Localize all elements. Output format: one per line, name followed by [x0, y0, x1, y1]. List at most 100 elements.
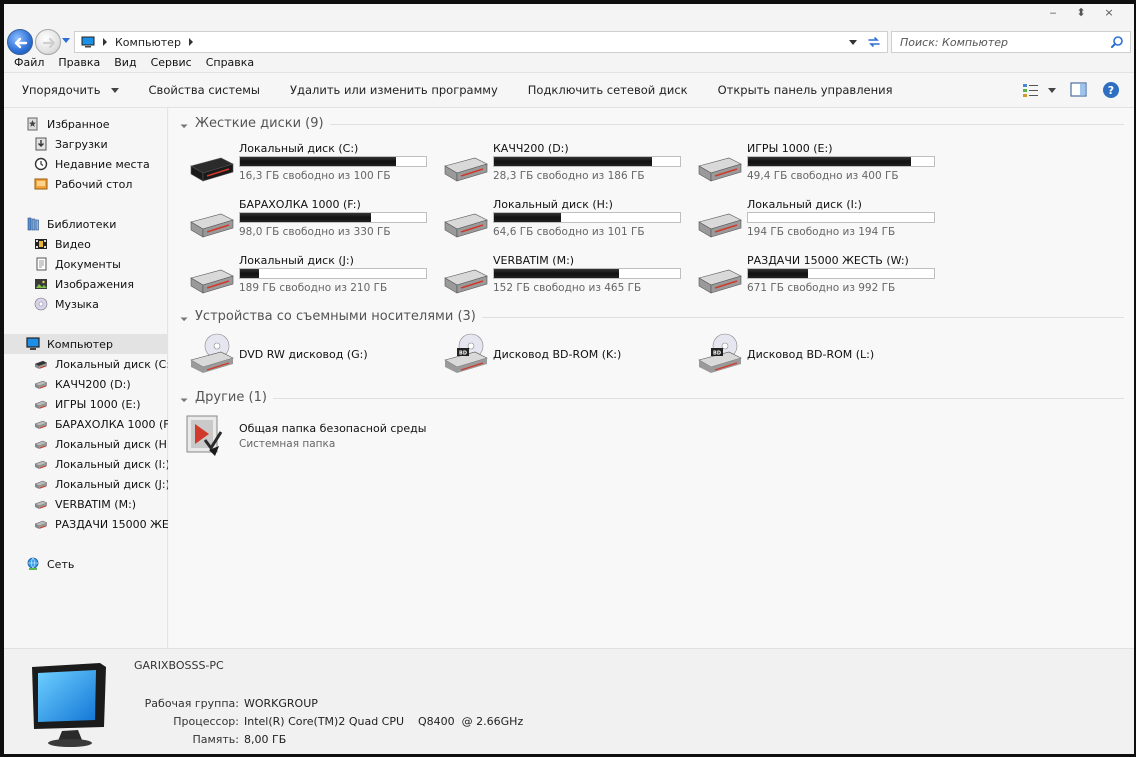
breadcrumb-computer[interactable]: Компьютер — [115, 36, 181, 49]
detail-row-processor: Процессор: Intel(R) Core(TM)2 Quad CPU Q… — [4, 715, 604, 728]
collapse-arrow-icon[interactable] — [178, 118, 188, 129]
sandbox-shared-folder[interactable]: Общая папка безопасной среды Системная п… — [183, 410, 583, 460]
sidebar-item-drive[interactable]: БАРАХОЛКА 1000 (F:) — [4, 414, 168, 434]
sidebar-item-label: Рабочий стол — [55, 177, 133, 191]
drive-usage-bar — [239, 212, 427, 223]
view-options-chevron-icon[interactable] — [1048, 87, 1056, 93]
sidebar-favorites[interactable]: Избранное — [4, 114, 168, 134]
drive-item[interactable]: ИГРЫ 1000 (E:) 49,4 ГБ свободно из 400 ГБ — [695, 142, 945, 194]
breadcrumb-separator-icon[interactable] — [188, 38, 193, 46]
sidebar-item-desktop[interactable]: Рабочий стол — [4, 174, 168, 194]
menu-file[interactable]: Файл — [14, 54, 44, 72]
uninstall-program-button[interactable]: Удалить или изменить программу — [290, 83, 498, 97]
drive-name: ИГРЫ 1000 (E:) — [747, 142, 833, 155]
drive-free-space: 64,6 ГБ свободно из 101 ГБ — [493, 226, 645, 238]
sidebar-item-recent-places[interactable]: Недавние места — [4, 154, 168, 174]
sandbox-folder-icon — [186, 415, 223, 456]
sidebar-item-drive[interactable]: Локальный диск (H:) — [4, 434, 168, 454]
search-icon[interactable] — [1110, 35, 1124, 49]
system-properties-button[interactable]: Свойства системы — [149, 83, 260, 97]
sidebar-item-label: ИГРЫ 1000 (E:) — [55, 397, 141, 411]
group-header-hard-drives[interactable]: Жесткие диски (9) — [178, 116, 1124, 131]
sidebar-item-drive[interactable]: КАЧЧ200 (D:) — [4, 374, 168, 394]
drive-item[interactable]: РАЗДАЧИ 15000 ЖЕСТЬ (W:) 671 ГБ свободно … — [695, 254, 945, 306]
drive-usage-fill — [494, 157, 652, 166]
sidebar-item-documents[interactable]: Документы — [4, 254, 168, 274]
removable-drive-item[interactable]: BD Дисковод BD-ROM (L:) — [695, 332, 945, 376]
group-title: Другие (1) — [195, 390, 267, 405]
sidebar-item-downloads[interactable]: Загрузки — [4, 134, 168, 154]
group-header-other[interactable]: Другие (1) — [178, 390, 1124, 405]
detail-key: Память: — [192, 733, 239, 746]
recent-pages-dropdown[interactable] — [62, 38, 70, 43]
network-group: Сеть — [4, 554, 168, 574]
sidebar-item-music[interactable]: Музыка — [4, 294, 168, 314]
drive-item[interactable]: Локальный диск (J:) 189 ГБ свободно из 21… — [187, 254, 437, 306]
drive-usage-fill — [748, 269, 809, 278]
sidebar-item-drive[interactable]: VERBATIM (M:) — [4, 494, 168, 514]
sidebar-item-drive[interactable]: Локальный диск (C:) — [4, 354, 168, 374]
sidebar-item-videos[interactable]: Видео — [4, 234, 168, 254]
pictures-icon — [35, 279, 47, 289]
organize-button[interactable]: Упорядочить — [22, 83, 119, 97]
search-input[interactable] — [892, 32, 1102, 52]
computer-name: GARIXBOSSS-PC — [134, 659, 224, 672]
hard-drive-icon — [444, 269, 488, 294]
sidebar-item-drive[interactable]: Локальный диск (J:) — [4, 474, 168, 494]
menu-view[interactable]: Вид — [114, 54, 136, 72]
sidebar-item-drive[interactable]: Локальный диск (I:) — [4, 454, 168, 474]
group-title: Жесткие диски (9) — [195, 116, 324, 131]
menu-edit[interactable]: Правка — [58, 54, 100, 72]
maximize-button[interactable]: ⬍ — [1074, 4, 1088, 22]
drive-usage-bar — [747, 156, 935, 167]
address-bar[interactable]: Компьютер — [74, 31, 888, 53]
refresh-icon[interactable] — [867, 35, 881, 49]
minimize-button[interactable]: ‒ — [1046, 4, 1060, 22]
drive-usage-fill — [240, 157, 396, 166]
drive-name: Локальный диск (I:) — [747, 198, 862, 211]
menu-tools[interactable]: Сервис — [151, 54, 192, 72]
close-button[interactable]: × — [1102, 4, 1116, 22]
drive-item[interactable]: VERBATIM (M:) 152 ГБ свободно из 465 ГБ — [441, 254, 691, 306]
removable-drive-item[interactable]: DVD RW дисковод (G:) — [187, 332, 437, 376]
drive-usage-bar — [493, 268, 681, 279]
drive-free-space: 152 ГБ свободно из 465 ГБ — [493, 282, 642, 294]
menu-help[interactable]: Справка — [206, 54, 254, 72]
search-box[interactable] — [891, 31, 1131, 53]
help-icon[interactable]: ? — [1102, 81, 1120, 99]
item-type: Системная папка — [239, 438, 336, 450]
breadcrumb-separator-icon[interactable] — [103, 38, 107, 46]
hard-drive-icon — [34, 520, 48, 529]
drive-name: КАЧЧ200 (D:) — [493, 142, 569, 155]
open-control-panel-button[interactable]: Открыть панель управления — [718, 83, 893, 97]
preview-pane-icon[interactable] — [1070, 82, 1088, 98]
map-network-drive-button[interactable]: Подключить сетевой диск — [528, 83, 688, 97]
drive-item[interactable]: Локальный диск (I:) 194 ГБ свободно из 19… — [695, 198, 945, 250]
sidebar-item-drive[interactable]: РАЗДАЧИ 15000 ЖЕСТЬ (W:) — [4, 514, 168, 534]
back-button[interactable] — [7, 29, 33, 55]
documents-icon — [36, 257, 47, 271]
detail-row-memory: Память: 8,00 ГБ — [4, 733, 604, 746]
drive-free-space: 671 ГБ свободно из 992 ГБ — [747, 282, 896, 294]
sidebar-network[interactable]: Сеть — [4, 554, 168, 574]
sidebar-network-label: Сеть — [47, 557, 75, 571]
sidebar-item-pictures[interactable]: Изображения — [4, 274, 168, 294]
sidebar-computer[interactable]: Компьютер — [4, 334, 168, 354]
address-dropdown-icon[interactable] — [849, 40, 857, 45]
forward-button[interactable] — [35, 29, 61, 55]
sidebar-item-drive[interactable]: ИГРЫ 1000 (E:) — [4, 394, 168, 414]
sidebar-libraries[interactable]: Библиотеки — [4, 214, 168, 234]
drive-item[interactable]: КАЧЧ200 (D:) 28,3 ГБ свободно из 186 ГБ — [441, 142, 691, 194]
change-view-icon[interactable] — [1022, 82, 1040, 98]
collapse-arrow-icon[interactable] — [178, 311, 188, 322]
drive-item[interactable]: Локальный диск (H:) 64,6 ГБ свободно из 1… — [441, 198, 691, 250]
drive-item[interactable]: БАРАХОЛКА 1000 (F:) 98,0 ГБ свободно из 3… — [187, 198, 437, 250]
drive-item[interactable]: Локальный диск (C:) 16,3 ГБ свободно из 1… — [187, 142, 437, 194]
drive-name: Дисковод BD-ROM (L:) — [747, 348, 875, 361]
hard-drive-icon — [698, 213, 742, 238]
group-header-removable[interactable]: Устройства со съемными носителями (3) — [178, 309, 1124, 324]
collapse-arrow-icon[interactable] — [178, 392, 188, 403]
downloads-icon — [35, 137, 47, 151]
drive-name: Локальный диск (H:) — [493, 198, 613, 211]
removable-drive-item[interactable]: BD Дисковод BD-ROM (K:) — [441, 332, 691, 376]
